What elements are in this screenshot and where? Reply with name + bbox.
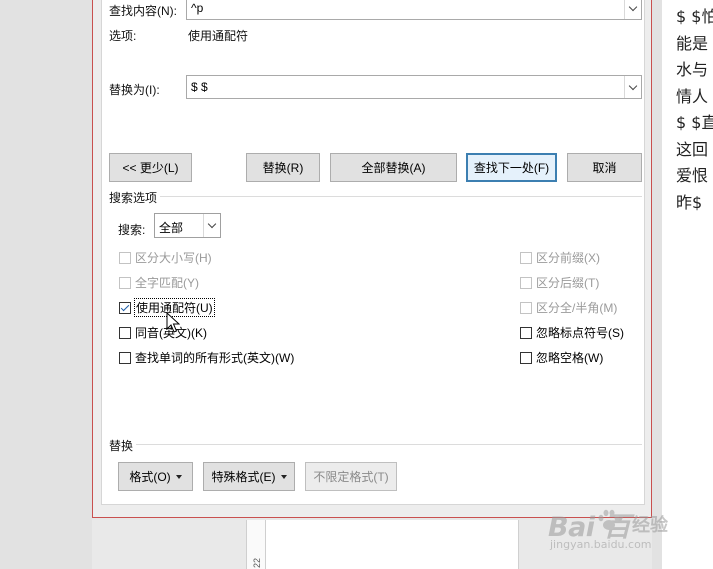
replace-tab-panel: 查找内容(N): ^p 选项: 使用通配符 替换为(I): $ $ << 更少(… <box>101 0 645 505</box>
replace-with-dropdown-button[interactable] <box>624 76 641 98</box>
chevron-down-icon <box>628 81 638 90</box>
doc-line: 能是 <box>676 33 709 53</box>
checkmark-icon <box>120 302 130 311</box>
replace-all-button[interactable]: 全部替换(A) <box>330 153 457 182</box>
workspace-background-left <box>0 0 92 569</box>
ignore-punctuation-checkbox[interactable]: 忽略标点符号(S) <box>520 324 624 341</box>
checkbox-box <box>119 251 131 264</box>
special-button-label: 特殊格式(E) <box>211 470 276 484</box>
ignore-whitespace-checkbox[interactable]: 忽略空格(W) <box>520 349 603 366</box>
format-button[interactable]: 格式(O) <box>118 462 193 491</box>
replace-with-value: $ $ <box>191 80 208 94</box>
baidu-jingyan-watermark: Bai 百 经验 jingyan.baidu.com <box>548 505 708 565</box>
mouse-pointer-icon <box>166 312 180 333</box>
search-direction-dropdown-button[interactable] <box>203 214 220 237</box>
special-button[interactable]: 特殊格式(E) <box>203 462 295 491</box>
replace-with-combobox[interactable]: $ $ <box>186 75 642 99</box>
search-direction-label: 搜索: <box>118 223 146 237</box>
dropdown-triangle-icon <box>175 474 182 479</box>
replace-button[interactable]: 替换(R) <box>246 153 320 182</box>
checkbox-box <box>520 301 532 314</box>
dropdown-triangle-icon <box>280 474 287 479</box>
match-suffix-checkbox[interactable]: 区分后缀(T) <box>520 274 599 291</box>
cancel-button[interactable]: 取消 <box>567 153 642 182</box>
section-divider <box>160 196 642 197</box>
checkbox-box <box>520 351 532 364</box>
checkbox-label: 忽略空格(W) <box>536 351 604 365</box>
search-options-title: 搜索选项 <box>109 191 158 205</box>
whole-word-checkbox[interactable]: 全字匹配(Y) <box>119 274 199 291</box>
doc-line: 爱恨 <box>676 166 709 185</box>
checkbox-box <box>520 326 532 339</box>
format-button-label: 格式(O) <box>129 470 171 484</box>
chevron-down-icon <box>207 219 217 229</box>
section-divider <box>136 444 642 445</box>
match-prefix-checkbox[interactable]: 区分前缀(X) <box>520 249 600 266</box>
less-button[interactable]: << 更少(L) <box>109 153 192 182</box>
options-label: 选项: <box>109 29 137 43</box>
no-formatting-button[interactable]: 不限定格式(T) <box>305 462 397 491</box>
find-what-value: ^p <box>191 1 204 15</box>
checkbox-box <box>520 276 532 289</box>
find-what-dropdown-button[interactable] <box>624 0 641 19</box>
doc-line: 水与 <box>676 60 709 79</box>
search-direction-select[interactable]: 全部 <box>154 213 221 238</box>
watermark-sub-text: 经验 <box>632 515 668 536</box>
doc-line: 昨$ <box>676 192 703 212</box>
doc-line: $ $怕 <box>676 7 713 26</box>
checkbox-label: 区分前缀(X) <box>536 251 600 265</box>
find-replace-dialog: 查找内容(N): ^p 选项: 使用通配符 替换为(I): $ $ << 更少(… <box>92 0 652 518</box>
checkbox-box-checked <box>119 301 131 314</box>
checkbox-label: 区分大小写(H) <box>135 251 212 265</box>
replace-section-title: 替换 <box>109 439 134 453</box>
checkbox-label: 区分后缀(T) <box>536 276 600 290</box>
options-value: 使用通配符 <box>188 29 249 43</box>
find-next-button[interactable]: 查找下一处(F) <box>466 153 557 182</box>
checkbox-label: 忽略标点符号(S) <box>536 326 624 340</box>
chevron-down-icon <box>628 2 638 11</box>
match-case-checkbox[interactable]: 区分大小写(H) <box>119 249 212 266</box>
find-what-label: 查找内容(N): <box>109 4 177 18</box>
find-what-combobox[interactable]: ^p <box>186 0 642 20</box>
vertical-ruler: 22 <box>246 520 266 569</box>
ruler-number: 22 <box>252 557 262 568</box>
checkbox-label: 查找单词的所有形式(英文)(W) <box>135 351 295 365</box>
document-text-area[interactable]: $ $怕 能是 水与 情人 $ $直 这回 爱恨 昨$ <box>662 0 713 569</box>
doc-line: 情人 <box>676 86 709 106</box>
watermark-url: jingyan.baidu.com <box>550 538 652 551</box>
all-word-forms-checkbox[interactable]: 查找单词的所有形式(英文)(W) <box>119 349 294 366</box>
doc-line: 这回 <box>676 139 709 159</box>
checkbox-label: 全字匹配(Y) <box>135 276 199 290</box>
paw-logo-icon <box>598 509 620 530</box>
checkbox-box <box>119 276 131 289</box>
doc-line: $ $直 <box>676 113 713 132</box>
replace-with-label: 替换为(I): <box>109 83 160 97</box>
match-width-checkbox[interactable]: 区分全/半角(M) <box>520 299 617 316</box>
document-page-edge <box>266 520 519 569</box>
checkbox-box <box>119 351 131 364</box>
checkbox-box <box>119 326 131 339</box>
checkbox-box <box>520 251 532 264</box>
sounds-like-checkbox[interactable]: 同音(英文)(K) <box>119 324 207 341</box>
search-direction-value: 全部 <box>159 221 184 235</box>
checkbox-label: 区分全/半角(M) <box>536 301 618 315</box>
workspace-background-right <box>652 0 662 569</box>
